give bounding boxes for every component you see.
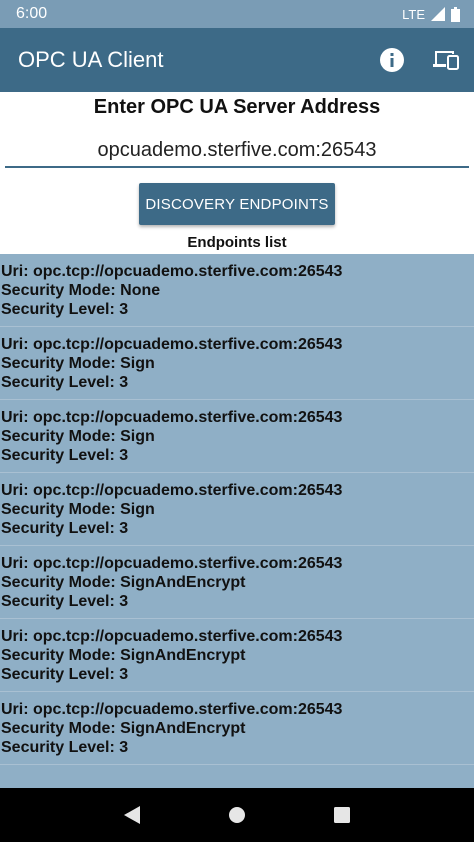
endpoint-uri: Uri: opc.tcp://opcuademo.sterfive.com:26… — [1, 409, 343, 426]
status-indicators: LTE — [402, 6, 460, 22]
endpoint-security-level: Security Level: 3 — [1, 520, 129, 537]
info-button[interactable] — [378, 46, 406, 74]
endpoint-uri: Uri: opc.tcp://opcuademo.sterfive.com:26… — [1, 263, 343, 280]
app-title: OPC UA Client — [18, 47, 164, 72]
home-circle-icon — [228, 807, 245, 823]
system-nav-bar — [0, 788, 474, 842]
server-address-input[interactable] — [5, 134, 469, 168]
endpoint-security-mode: Security Mode: SignAndEncrypt — [1, 574, 246, 591]
discovery-endpoints-button[interactable]: DISCOVERY ENDPOINTS — [139, 183, 335, 225]
devices-button[interactable] — [432, 46, 460, 74]
endpoint-uri: Uri: opc.tcp://opcuademo.sterfive.com:26… — [1, 555, 343, 572]
endpoints-list-label: Endpoints list — [187, 234, 287, 251]
endpoint-uri: Uri: opc.tcp://opcuademo.sterfive.com:26… — [1, 336, 343, 353]
server-form: Enter OPC UA Server Address DISCOVERY EN… — [0, 92, 474, 254]
endpoint-security-mode: Security Mode: SignAndEncrypt — [1, 720, 246, 737]
endpoint-security-mode: Security Mode: None — [1, 282, 161, 299]
endpoint-item[interactable]: Uri: opc.tcp://opcuademo.sterfive.com:26… — [0, 546, 474, 619]
signal-icon — [431, 7, 445, 21]
endpoint-item[interactable]: Uri: opc.tcp://opcuademo.sterfive.com:26… — [0, 692, 474, 765]
network-type: LTE — [402, 6, 425, 22]
endpoint-uri: Uri: opc.tcp://opcuademo.sterfive.com:26… — [1, 701, 343, 718]
endpoint-item[interactable]: Uri: opc.tcp://opcuademo.sterfive.com:26… — [0, 619, 474, 692]
devices-icon — [433, 51, 459, 70]
endpoint-security-level: Security Level: 3 — [1, 593, 129, 610]
endpoint-security-level: Security Level: 3 — [1, 301, 129, 318]
endpoint-security-level: Security Level: 3 — [1, 374, 129, 391]
home-button[interactable] — [222, 800, 252, 830]
endpoint-security-level: Security Level: 3 — [1, 739, 129, 756]
endpoint-uri: Uri: opc.tcp://opcuademo.sterfive.com:26… — [1, 628, 343, 645]
recents-button[interactable] — [327, 800, 357, 830]
endpoint-item[interactable]: Uri: opc.tcp://opcuademo.sterfive.com:26… — [0, 254, 474, 327]
back-triangle-icon — [124, 806, 141, 824]
info-icon — [380, 48, 404, 72]
endpoints-list: Uri: opc.tcp://opcuademo.sterfive.com:26… — [0, 254, 474, 788]
endpoint-item[interactable]: Uri: opc.tcp://opcuademo.sterfive.com:26… — [0, 473, 474, 546]
endpoint-security-mode: Security Mode: Sign — [1, 355, 155, 372]
status-time: 6:00 — [16, 5, 48, 22]
endpoint-security-mode: Security Mode: Sign — [1, 428, 155, 445]
endpoint-item[interactable]: Uri: opc.tcp://opcuademo.sterfive.com:26… — [0, 327, 474, 400]
endpoint-uri: Uri: opc.tcp://opcuademo.sterfive.com:26… — [1, 482, 343, 499]
app-actions — [378, 46, 460, 74]
endpoint-item[interactable]: Uri: opc.tcp://opcuademo.sterfive.com:26… — [0, 400, 474, 473]
endpoint-security-level: Security Level: 3 — [1, 447, 129, 464]
endpoint-security-mode: Security Mode: Sign — [1, 501, 155, 518]
status-bar: 6:00 LTE — [0, 0, 474, 28]
app-bar: OPC UA Client — [0, 28, 474, 92]
server-address-label: Enter OPC UA Server Address — [93, 96, 381, 118]
back-button[interactable] — [117, 800, 147, 830]
endpoint-security-mode: Security Mode: SignAndEncrypt — [1, 647, 246, 664]
endpoint-security-level: Security Level: 3 — [1, 666, 129, 683]
battery-icon — [451, 6, 460, 22]
recents-square-icon — [333, 807, 350, 823]
